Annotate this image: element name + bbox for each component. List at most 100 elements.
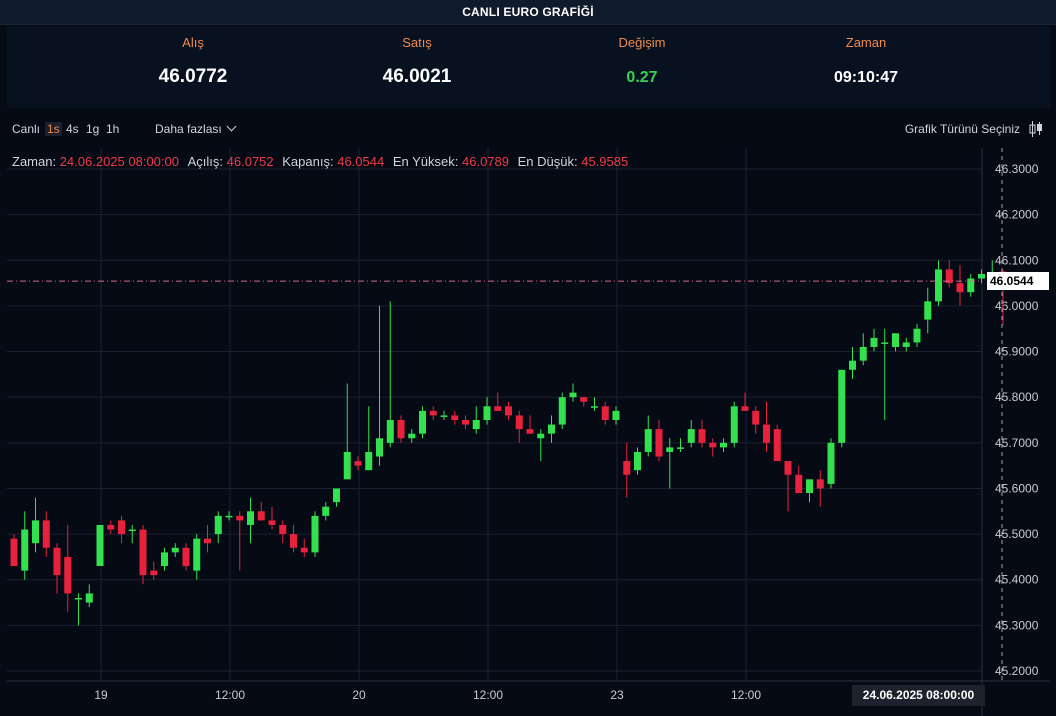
candle-body bbox=[472, 420, 480, 430]
candle-body bbox=[881, 342, 889, 344]
header-bar: CANLI EURO GRAFİĞİ bbox=[0, 0, 1056, 25]
candle-body bbox=[150, 570, 158, 576]
x-tick-label: 19 bbox=[94, 688, 108, 702]
x-tick-label: 23 bbox=[610, 688, 624, 702]
candle-body bbox=[902, 342, 910, 347]
page: CANLI EURO GRAFİĞİ Alış 46.0772 Satış 46… bbox=[0, 0, 1056, 716]
candle-body bbox=[784, 461, 792, 475]
candle-body bbox=[601, 406, 609, 420]
candle-body bbox=[634, 451, 641, 471]
candle-body bbox=[537, 433, 545, 439]
candle-body bbox=[967, 278, 975, 293]
candle-body bbox=[483, 406, 491, 420]
candle-body bbox=[730, 406, 738, 443]
ohlc-high-label: En Yüksek: bbox=[392, 154, 459, 169]
candle-body bbox=[935, 269, 942, 302]
candle-body bbox=[300, 547, 308, 553]
candle-body bbox=[677, 447, 684, 449]
candle-body bbox=[42, 520, 50, 548]
chart-type-button[interactable]: Grafik Türünü Seçiniz bbox=[905, 122, 1020, 136]
candle-body bbox=[698, 429, 706, 443]
candle-body bbox=[225, 515, 233, 518]
more-timeframes-button[interactable]: Daha fazlası bbox=[155, 121, 237, 136]
x-tick-label: 12:00 bbox=[731, 688, 761, 702]
ohlc-time-value: 24.06.2025 08:00:00 bbox=[59, 154, 179, 169]
timeframe-1h[interactable]: 1h bbox=[106, 122, 119, 136]
x-tick-label: 20 bbox=[352, 688, 366, 702]
candle-body bbox=[376, 438, 383, 457]
candle-body bbox=[462, 420, 469, 425]
candle-body bbox=[118, 520, 125, 535]
ohlc-legend: Zaman: 24.06.2025 08:00:00 Açılış: 46.07… bbox=[12, 154, 628, 169]
candle-body bbox=[53, 547, 61, 576]
more-timeframes-label: Daha fazlası bbox=[155, 122, 222, 136]
candle-body bbox=[247, 511, 254, 525]
chevron-down-icon bbox=[226, 121, 237, 132]
candle-body bbox=[741, 406, 749, 411]
chart-canvas[interactable]: 46.300046.200046.100046.000045.900045.80… bbox=[7, 148, 1050, 716]
x-tick-label: 12:00 bbox=[473, 688, 503, 702]
change-value: 0.27 bbox=[626, 69, 658, 86]
candle-body bbox=[558, 397, 566, 425]
candle-body bbox=[870, 337, 878, 347]
candle-body bbox=[763, 424, 770, 443]
candle-body bbox=[494, 406, 502, 411]
candle-body bbox=[21, 529, 29, 571]
price-chart[interactable]: 46.3000 46.2000 46.1000 46.0000 45.9000 45.80… bbox=[7, 148, 1050, 716]
candle-body bbox=[591, 406, 598, 408]
candle-body bbox=[182, 547, 190, 567]
candle-body bbox=[505, 406, 512, 416]
candle-body bbox=[139, 529, 147, 576]
candle-body bbox=[526, 429, 534, 434]
timeframe-1g[interactable]: 1g bbox=[86, 122, 99, 136]
candle-body bbox=[569, 392, 577, 398]
timeframe-1s[interactable]: 1s bbox=[45, 122, 62, 136]
candle-body bbox=[752, 410, 760, 425]
candle-body bbox=[354, 461, 362, 466]
ohlc-time-label: Zaman: bbox=[12, 154, 57, 169]
timeframe-4s[interactable]: 4s bbox=[66, 122, 79, 136]
crosshair-time-label: 24.06.2025 08:00:00 bbox=[852, 685, 985, 706]
candle-body bbox=[214, 515, 222, 535]
ohlc-close-value: 46.0544 bbox=[337, 154, 385, 169]
chart-toolbar: Canlı 1s 4s 1g 1h Daha fazlası Grafik Tü… bbox=[7, 116, 1050, 142]
candle-body bbox=[773, 429, 781, 462]
candle-body bbox=[75, 597, 82, 600]
candle-body bbox=[419, 410, 426, 434]
time-quote: Zaman 09:10:47 bbox=[736, 26, 996, 108]
candlestick-icon[interactable] bbox=[1029, 120, 1043, 138]
time-value: 09:10:47 bbox=[833, 69, 899, 86]
buy-label: Alış bbox=[182, 35, 204, 50]
candle-body bbox=[548, 424, 555, 434]
candle-body bbox=[408, 433, 416, 439]
candle-body bbox=[913, 328, 921, 343]
candle-body bbox=[64, 556, 72, 594]
ohlc-low-value: 45.9585 bbox=[581, 154, 629, 169]
candle-body bbox=[795, 474, 803, 494]
candle-body bbox=[838, 369, 846, 443]
candle-body bbox=[236, 515, 244, 521]
candle-body bbox=[709, 442, 717, 448]
candle-body bbox=[193, 538, 201, 571]
candle-body bbox=[644, 429, 652, 452]
page-title: CANLI EURO GRAFİĞİ bbox=[462, 5, 594, 19]
candle-body bbox=[623, 461, 631, 475]
ohlc-low-label: En Düşük: bbox=[517, 154, 578, 169]
ohlc-close-label: Kapanış: bbox=[282, 154, 334, 169]
candle-body bbox=[311, 515, 319, 553]
candle-body bbox=[859, 346, 867, 361]
candle-body bbox=[96, 524, 104, 567]
live-button[interactable]: Canlı bbox=[12, 122, 40, 136]
candle-body bbox=[397, 420, 405, 439]
candle-body bbox=[655, 429, 663, 457]
candle-body bbox=[806, 479, 813, 494]
sell-label: Satış bbox=[402, 35, 432, 50]
candle-body bbox=[128, 529, 136, 532]
candle-body bbox=[892, 333, 899, 347]
ohlc-open-label: Açılış: bbox=[187, 154, 224, 169]
crosshair-price-label: 46.0544 bbox=[987, 272, 1049, 291]
candle-body bbox=[343, 451, 351, 480]
candle-body bbox=[451, 415, 459, 420]
sell-quote: Satış 46.0021 bbox=[287, 26, 547, 108]
candle-body bbox=[85, 593, 93, 603]
